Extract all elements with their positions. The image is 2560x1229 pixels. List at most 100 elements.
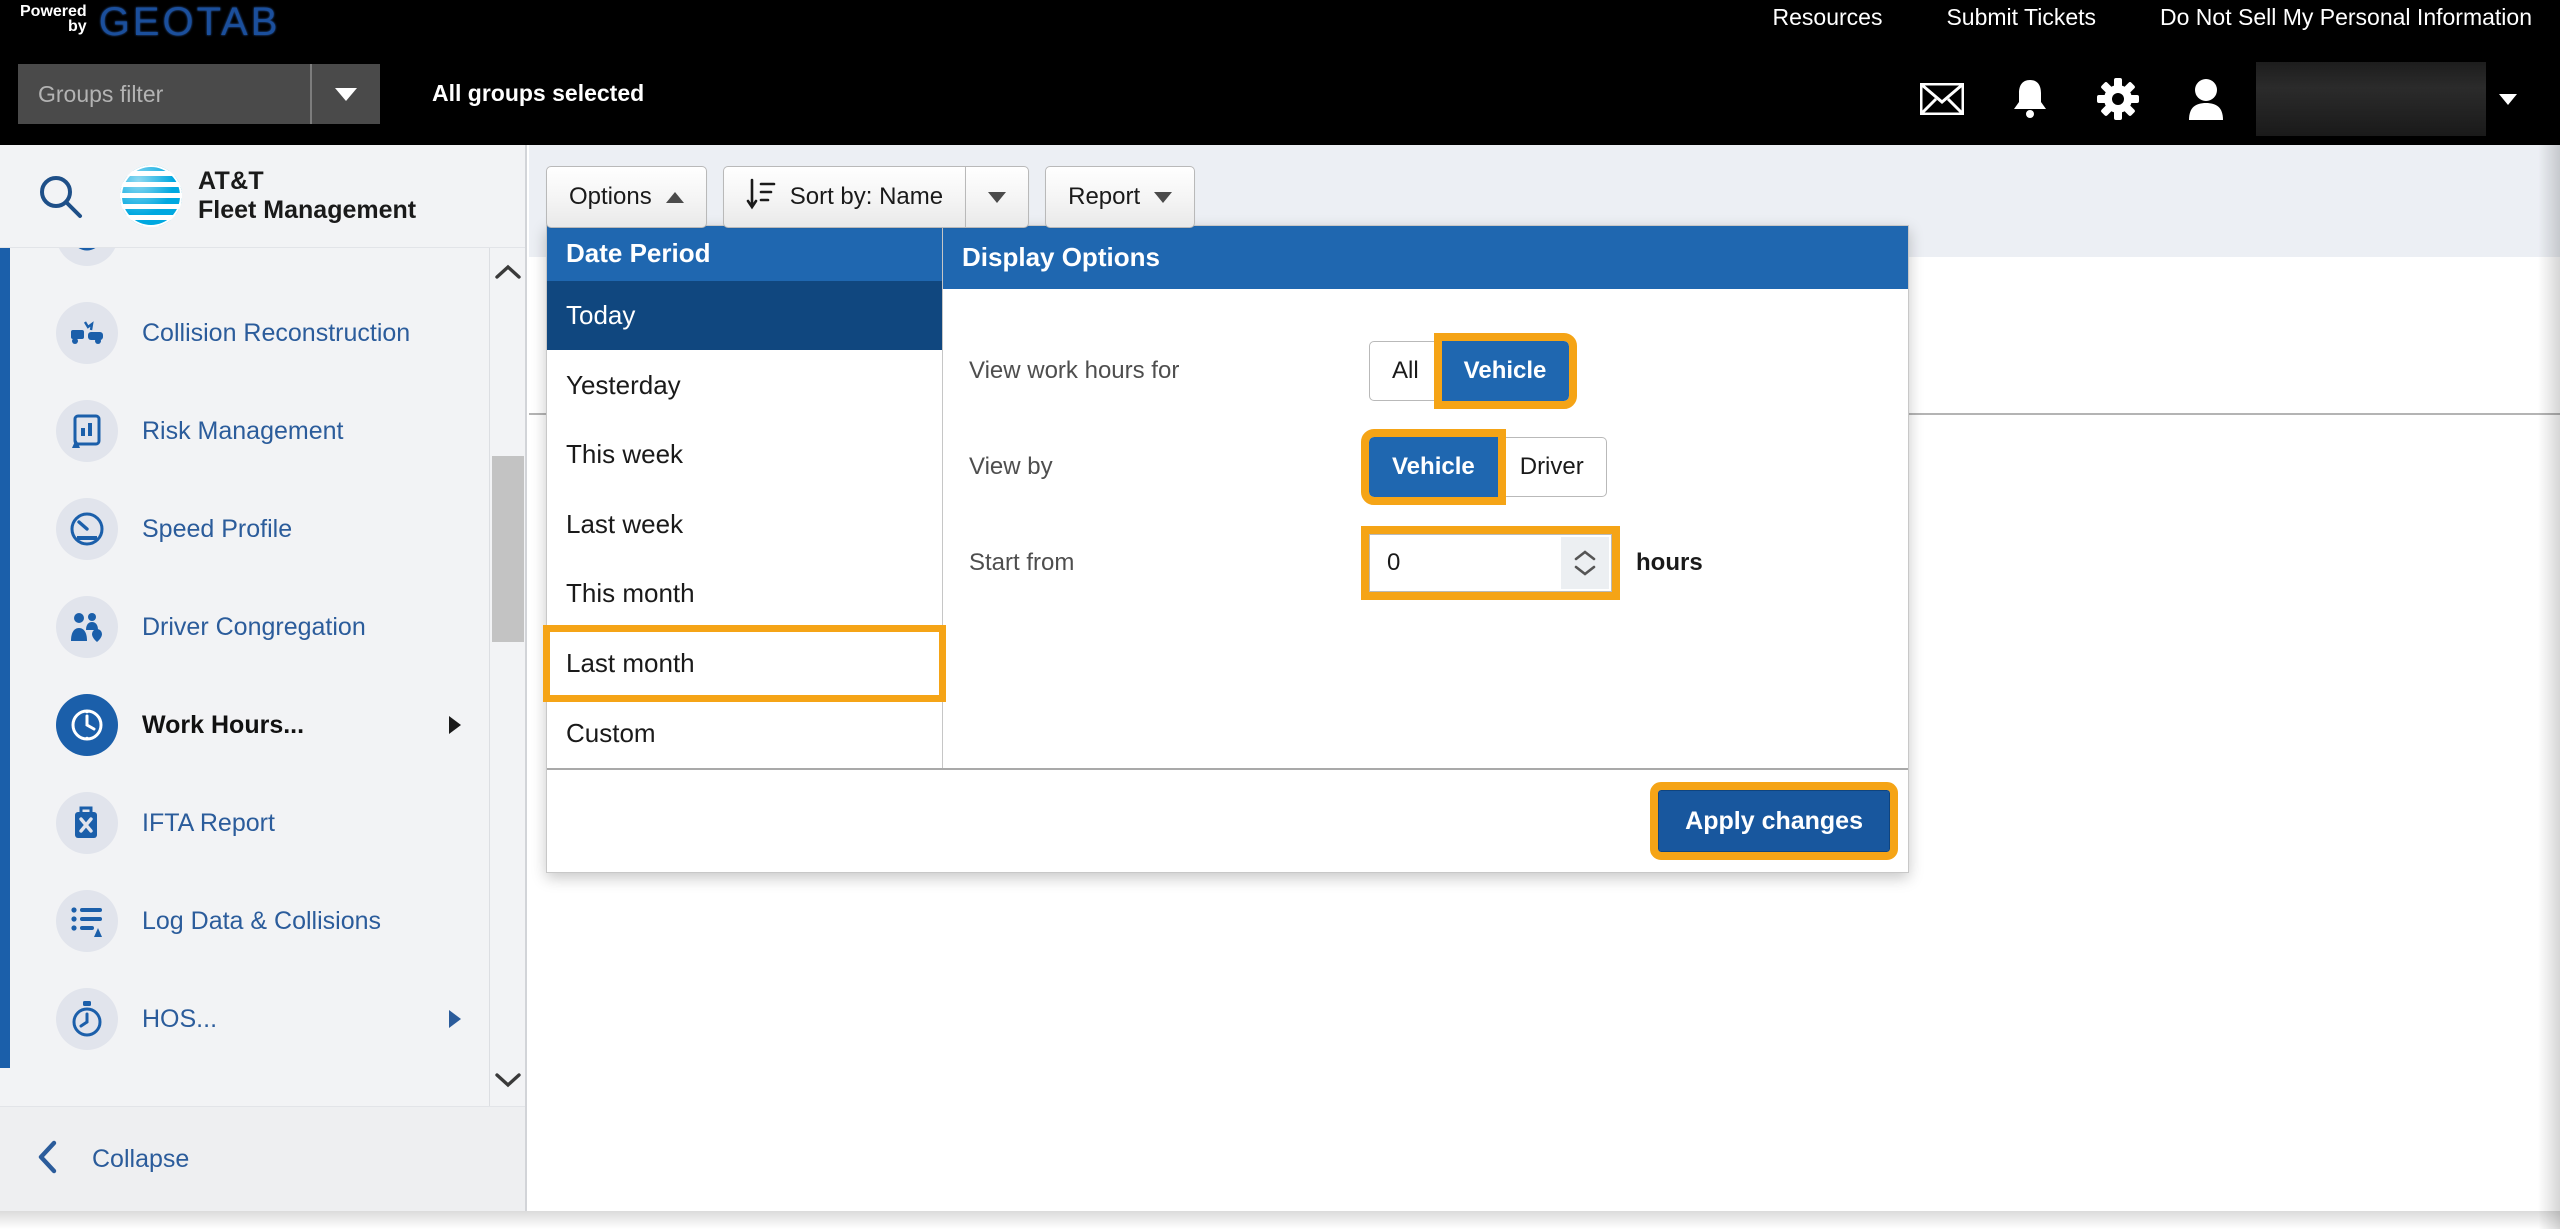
sort-by-label: Sort by: Name: [789, 183, 944, 210]
sidebar-header: AT&T Fleet Management: [0, 145, 525, 248]
log-icon: [56, 890, 118, 952]
powered-by-geotab-logo: Powered by GEOTAB: [20, 2, 280, 42]
options-button[interactable]: Options: [546, 166, 707, 228]
sort-by-button[interactable]: Sort by: Name: [722, 166, 966, 228]
user-menu-button[interactable]: [2486, 93, 2530, 105]
top-header-bar: Powered by GEOTAB Groups filter All grou…: [0, 0, 2560, 145]
view-by-label: View by: [969, 453, 1053, 480]
chevron-down-icon: [335, 87, 357, 101]
powered-by-line2: by: [68, 18, 87, 35]
active-accent-bar: [0, 480, 10, 578]
collision-icon: [56, 302, 118, 364]
sidebar-item-label: Driver Congregation: [142, 612, 366, 641]
chevron-down-icon: [988, 191, 1007, 203]
apply-changes-button[interactable]: Apply changes: [1650, 782, 1898, 860]
mail-icon[interactable]: [1898, 67, 1986, 131]
sidebar-item-label: Proximity: [142, 248, 245, 250]
stopwatch-icon: [56, 988, 118, 1050]
date-period-option-this-month[interactable]: This month: [547, 559, 942, 629]
start-from-unit-label: hours: [1636, 549, 1703, 576]
sidebar-item-risk-management[interactable]: Risk Management: [0, 382, 489, 480]
groups-filter[interactable]: Groups filter: [18, 64, 380, 124]
date-period-option-yesterday[interactable]: Yesterday: [547, 350, 942, 420]
view-work-hours-for-toggle: All Vehicle: [1369, 333, 1578, 409]
sidebar-item-label: Collision Reconstruction: [142, 318, 411, 347]
groups-filter-dropdown-button[interactable]: [310, 64, 380, 124]
sidebar-nav-list: Proximity Collision Reconstruction: [0, 248, 489, 1068]
sort-by-split-button: Sort by: Name: [722, 166, 1030, 228]
date-period-option-today[interactable]: Today: [547, 280, 942, 351]
display-options-title: Display Options: [943, 226, 1908, 289]
sidebar-item-hos[interactable]: HOS...: [0, 970, 489, 1068]
options-button-label: Options: [569, 183, 652, 210]
user-name-redacted: [2256, 62, 2486, 136]
date-period-option-last-month[interactable]: Last month: [543, 624, 946, 703]
sidebar-scrollbar[interactable]: [489, 248, 525, 1106]
date-period-option-custom[interactable]: Custom: [547, 698, 942, 768]
search-icon: [40, 176, 82, 218]
active-accent-bar: [0, 970, 10, 1068]
geotab-wordmark: GEOTAB: [98, 0, 281, 44]
start-from-value[interactable]: 0: [1370, 549, 1400, 577]
active-accent-bar: [0, 872, 10, 970]
sidebar-item-proximity[interactable]: Proximity: [0, 248, 489, 284]
date-period-option-label: Yesterday: [566, 369, 681, 400]
chevron-down-icon: [1154, 191, 1173, 203]
sidebar-item-work-hours[interactable]: Work Hours...: [0, 676, 489, 774]
options-panel-footer: Apply changes: [547, 768, 1908, 872]
capture-edge-shadow-bottom: [0, 1211, 2560, 1229]
main-content: Options Sort by: Name Report Date Period…: [529, 145, 2560, 1211]
fuel-icon: [56, 792, 118, 854]
scroll-up-icon[interactable]: [490, 252, 525, 292]
header-link-submit-tickets[interactable]: Submit Tickets: [1946, 4, 2096, 31]
sidebar-collapse-button[interactable]: Collapse: [0, 1106, 525, 1211]
brand-product: Fleet Management: [198, 196, 417, 224]
chevron-up-icon: [665, 191, 684, 203]
att-globe-icon: [120, 165, 182, 227]
scroll-down-icon[interactable]: [490, 1060, 525, 1100]
sidebar-nav-scroll-region: Proximity Collision Reconstruction: [0, 248, 525, 1106]
start-from-control: 0 hours: [1361, 526, 1703, 600]
view-by-option-driver[interactable]: Driver: [1497, 437, 1607, 497]
date-period-option-last-week[interactable]: Last week: [547, 490, 942, 560]
view-by-option-vehicle[interactable]: Vehicle: [1361, 429, 1506, 505]
scrollbar-thumb[interactable]: [492, 456, 524, 642]
groups-filter-input[interactable]: Groups filter: [18, 64, 310, 124]
header-link-do-not-sell[interactable]: Do Not Sell My Personal Information: [2160, 4, 2532, 31]
view-work-hours-for-option-all[interactable]: All: [1369, 341, 1442, 401]
sidebar-item-log-data-collisions[interactable]: Log Data & Collisions: [0, 872, 489, 970]
sidebar-collapse-label: Collapse: [92, 1144, 190, 1173]
report-button[interactable]: Report: [1045, 166, 1196, 228]
sort-by-dropdown-button[interactable]: [965, 166, 1030, 228]
speedometer-icon: [56, 498, 118, 560]
chevron-right-icon: [449, 1010, 461, 1028]
view-work-hours-for-label: View work hours for: [969, 357, 1180, 384]
active-accent-bar: [0, 578, 10, 676]
sidebar-item-label: IFTA Report: [142, 808, 275, 837]
sidebar-item-ifta-report[interactable]: IFTA Report: [0, 774, 489, 872]
sidebar: AT&T Fleet Management Proximity: [0, 145, 527, 1211]
header-link-resources[interactable]: Resources: [1773, 4, 1883, 31]
sidebar-item-collision-reconstruction[interactable]: Collision Reconstruction: [0, 284, 489, 382]
start-from-label: Start from: [969, 549, 1075, 576]
app-root: Powered by GEOTAB Groups filter All grou…: [0, 0, 2560, 1229]
report-button-label: Report: [1068, 183, 1141, 210]
apply-changes-label: Apply changes: [1685, 806, 1863, 835]
user-icon[interactable]: [2162, 67, 2250, 131]
sidebar-item-speed-profile[interactable]: Speed Profile: [0, 480, 489, 578]
app-brand: AT&T Fleet Management: [120, 165, 416, 227]
date-period-column: Date Period Today Yesterday This week La…: [543, 226, 946, 768]
stepper-arrows[interactable]: [1561, 537, 1609, 589]
clock-icon: [56, 694, 118, 756]
active-accent-bar: [0, 676, 10, 774]
search-button[interactable]: [0, 173, 120, 219]
notifications-icon[interactable]: [1986, 67, 2074, 131]
sidebar-item-label: Work Hours...: [142, 710, 305, 739]
gear-icon[interactable]: [2074, 67, 2162, 131]
display-options-column: Display Options View work hours for All …: [943, 226, 1908, 768]
sidebar-item-driver-congregation[interactable]: Driver Congregation: [0, 578, 489, 676]
date-period-option-this-week[interactable]: This week: [547, 420, 942, 490]
start-from-stepper[interactable]: 0: [1361, 526, 1620, 600]
view-work-hours-for-option-vehicle[interactable]: Vehicle: [1433, 333, 1578, 409]
display-options-form: View work hours for All Vehicle View by …: [943, 289, 1908, 768]
